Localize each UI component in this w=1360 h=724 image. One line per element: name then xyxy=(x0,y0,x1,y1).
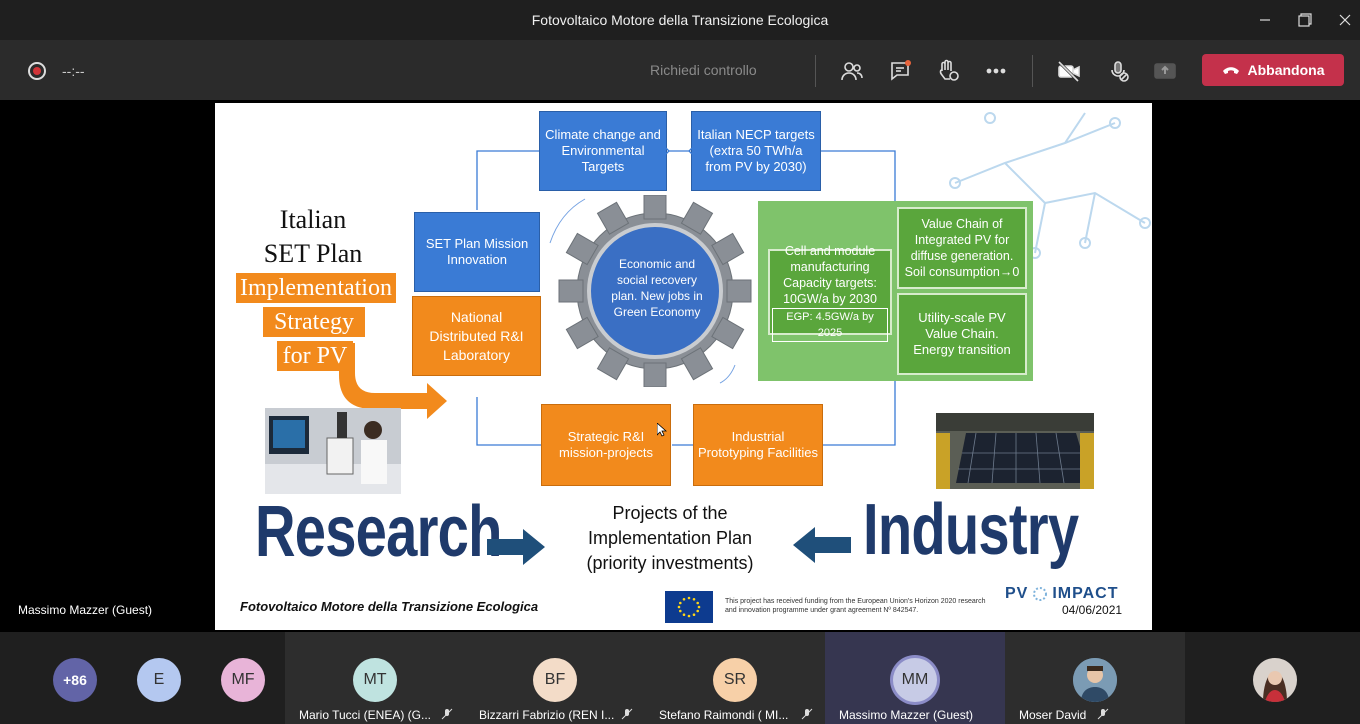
chat-icon xyxy=(891,60,911,81)
lab-photo xyxy=(265,408,401,494)
egp-text: EGP: 4.5GW/a by 2025 xyxy=(772,307,888,342)
more-actions-button[interactable] xyxy=(983,58,1009,84)
brand-right: IMPACT xyxy=(1052,585,1119,602)
mic-off-icon xyxy=(441,708,453,720)
meeting-timer: --:-- xyxy=(62,63,85,79)
strategic-projects-box: Strategic R&I mission-projects xyxy=(541,404,671,486)
pv-impact-logo: PV IMPACT xyxy=(1005,585,1118,603)
maximize-button[interactable] xyxy=(1285,0,1325,40)
mic-off-icon xyxy=(621,708,633,720)
center-line-2: Implementation Plan xyxy=(587,528,753,548)
minimize-icon xyxy=(1260,19,1270,21)
participant-avatar: BF xyxy=(533,658,577,702)
leave-label: Abbandona xyxy=(1247,62,1325,78)
brand-left: PV xyxy=(1005,585,1029,602)
restore-icon xyxy=(1298,13,1312,27)
self-video-avatar[interactable] xyxy=(1253,658,1297,702)
set-mission-box: SET Plan Mission Innovation xyxy=(414,212,540,292)
window-title: Fotovoltaico Motore della Transizione Ec… xyxy=(531,12,829,28)
participant-tile[interactable]: Moser David xyxy=(1005,632,1185,724)
mouse-cursor-icon xyxy=(657,423,667,437)
gear-text: Economic and social recovery plan. New j… xyxy=(611,257,703,319)
minimize-button[interactable] xyxy=(1245,0,1285,40)
share-icon xyxy=(1154,63,1176,79)
participant-name: Stefano Raimondi ( MI... xyxy=(659,708,789,722)
raise-hand-button[interactable] xyxy=(935,58,961,84)
factory-photo xyxy=(936,413,1094,489)
participant-name: Mario Tucci (ENEA) (G... xyxy=(299,708,432,722)
utility-scale-text: Utility-scale PV Value Chain. Energy tra… xyxy=(913,310,1011,357)
participant-name: Moser David xyxy=(1019,708,1087,722)
slide-footer-title: Fotovoltaico Motore della Transizione Ec… xyxy=(240,599,539,614)
microphone-button[interactable] xyxy=(1106,58,1132,84)
strategy-label: Strategy xyxy=(263,307,365,337)
camera-off-icon xyxy=(1057,60,1080,83)
value-chain-box: Value Chain of Integrated PV for diffuse… xyxy=(897,207,1027,289)
national-lab-text: National Distributed R&I Laboratory xyxy=(429,308,524,363)
participant-name: Massimo Mazzer (Guest) xyxy=(839,708,974,722)
toolbar-divider xyxy=(815,55,816,87)
industry-label: Industry xyxy=(863,490,1079,570)
participant-avatar[interactable]: MF xyxy=(221,658,265,702)
meeting-toolbar: --:-- Richiedi controllo Abbandona xyxy=(0,40,1360,100)
center-line-3: (priority investments) xyxy=(586,553,754,573)
reactions-icon xyxy=(939,59,959,81)
shared-slide: Climate change and Environmental Targets… xyxy=(215,103,1152,630)
right-arrow-icon xyxy=(487,529,545,565)
mic-off-icon xyxy=(801,708,813,720)
industrial-facilities-box: Industrial Prototyping Facilities xyxy=(693,404,823,486)
cell-module-text: Cell and module manufacturing Capacity t… xyxy=(783,243,877,306)
recording-icon xyxy=(28,62,46,80)
share-button[interactable] xyxy=(1152,58,1178,84)
implementation-label: Implementation xyxy=(236,273,396,303)
leave-button[interactable]: Abbandona xyxy=(1202,54,1344,86)
set-mission-text: SET Plan Mission Innovation xyxy=(425,236,529,267)
chat-button[interactable] xyxy=(887,58,913,84)
participants-strip: +86 E MF MT Mario Tucci (ENEA) (G... BF … xyxy=(0,632,1360,724)
participant-avatar: SR xyxy=(713,658,757,702)
utility-scale-box: Utility-scale PV Value Chain. Energy tra… xyxy=(897,293,1027,375)
eu-funding-text: This project has received funding from t… xyxy=(725,598,986,614)
participant-avatar[interactable]: E xyxy=(137,658,181,702)
participant-tile[interactable]: BF Bizzarri Fabrizio (REN I... xyxy=(465,632,645,724)
more-participants-button[interactable]: +86 xyxy=(53,658,97,702)
phone-hangup-icon xyxy=(1222,67,1239,74)
participant-tile-active[interactable]: MM Massimo Mazzer (Guest) xyxy=(825,632,1005,724)
participant-name: Bizzarri Fabrizio (REN I... xyxy=(479,708,615,722)
presenter-name-label: Massimo Mazzer (Guest) xyxy=(18,603,153,617)
participants-button[interactable] xyxy=(839,58,865,84)
center-line-1: Projects of the xyxy=(612,503,728,523)
participant-avatar: MM xyxy=(893,658,937,702)
slide-date: 04/06/2021 xyxy=(1062,603,1123,617)
set-plan-title: Italian SET Plan xyxy=(255,203,371,271)
research-label: Research xyxy=(255,492,502,572)
participant-avatar: MT xyxy=(353,658,397,702)
strategic-projects-text: Strategic R&I mission-projects xyxy=(559,429,653,460)
set-title-line-2: SET Plan xyxy=(263,239,363,268)
camera-button[interactable] xyxy=(1056,58,1082,84)
mic-off-icon xyxy=(1097,708,1109,720)
for-pv-label: for PV xyxy=(277,341,353,371)
mic-off-icon xyxy=(1111,61,1129,82)
eu-flag-icon xyxy=(665,591,713,623)
participant-tile[interactable]: SR Stefano Raimondi ( MI... xyxy=(645,632,825,724)
more-icon xyxy=(986,68,1006,74)
impact-sun-icon xyxy=(1028,586,1052,602)
toolbar-divider xyxy=(1032,55,1033,87)
people-icon xyxy=(841,62,863,81)
industrial-facilities-text: Industrial Prototyping Facilities xyxy=(698,429,818,460)
implementation-plan-text: Projects of the Implementation Plan (pri… xyxy=(555,501,785,576)
cell-module-box: Cell and module manufacturing Capacity t… xyxy=(768,244,892,342)
request-control-button[interactable]: Richiedi controllo xyxy=(650,62,757,78)
set-title-line-1: Italian xyxy=(279,205,347,234)
title-bar: Fotovoltaico Motore della Transizione Ec… xyxy=(0,0,1360,40)
value-chain-text: Value Chain of Integrated PV for diffuse… xyxy=(904,217,1020,279)
left-arrow-icon xyxy=(793,527,851,563)
participant-tile[interactable]: MT Mario Tucci (ENEA) (G... xyxy=(285,632,465,724)
close-button[interactable] xyxy=(1325,0,1360,40)
participant-photo-avatar xyxy=(1073,658,1117,702)
national-lab-box: National Distributed R&I Laboratory xyxy=(412,296,541,376)
close-icon xyxy=(1339,14,1351,26)
